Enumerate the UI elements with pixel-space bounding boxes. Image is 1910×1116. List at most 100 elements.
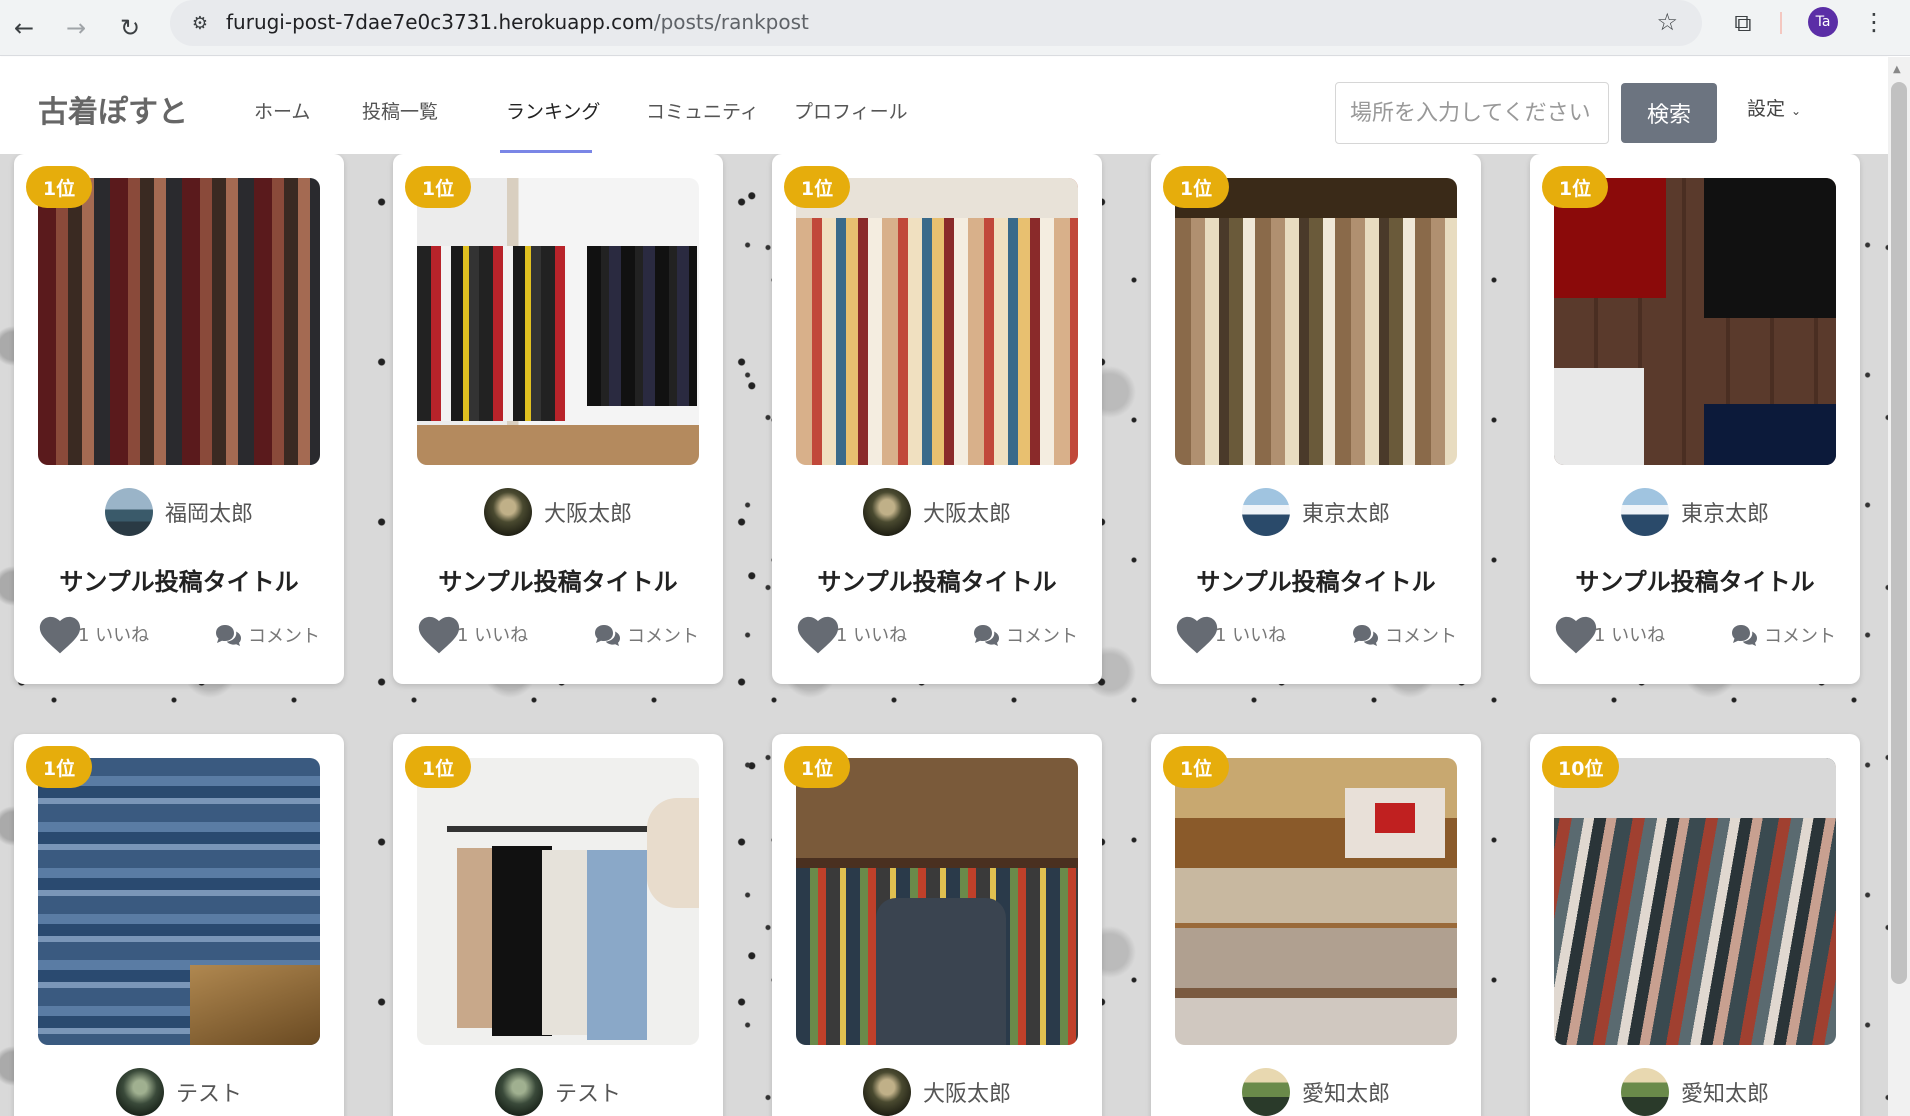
post-author[interactable]: 大阪太郎: [772, 1068, 1102, 1116]
scroll-up-arrow-icon[interactable]: ▲: [1893, 64, 1901, 75]
comment-button[interactable]: コメント: [1351, 622, 1457, 648]
post-title[interactable]: サンプル投稿タイトル: [14, 562, 344, 597]
post-photo[interactable]: [417, 758, 699, 1045]
post-author[interactable]: 東京太郎: [1530, 488, 1860, 536]
url-path: /posts/rankpost: [653, 10, 809, 34]
post-card[interactable]: 10位 愛知太郎: [1530, 734, 1860, 1116]
comment-button[interactable]: コメント: [1730, 622, 1836, 648]
post-card[interactable]: 1位 大阪太郎 サンプル投稿タイトル 1 いいね コメント: [393, 154, 723, 684]
post-author[interactable]: 東京太郎: [1151, 488, 1481, 536]
active-tab-indicator: [500, 150, 592, 153]
post-card[interactable]: 1位 大阪太郎: [772, 734, 1102, 1116]
nav-ranking[interactable]: ランキング: [506, 97, 600, 124]
like-button[interactable]: 1 いいね: [1554, 614, 1665, 654]
comment-icon: [1351, 623, 1379, 647]
post-photo[interactable]: [38, 758, 320, 1045]
post-title[interactable]: サンプル投稿タイトル: [1530, 562, 1860, 597]
avatar: [104, 488, 153, 536]
url-text[interactable]: furugi-post-7dae7e0c3731.herokuapp.com/p…: [226, 10, 809, 34]
heart-icon: [38, 614, 82, 654]
avatar: [862, 488, 911, 536]
site-info-icon[interactable]: ⚙: [186, 9, 214, 37]
avatar: [862, 1068, 911, 1116]
post-title[interactable]: サンプル投稿タイトル: [772, 562, 1102, 597]
author-name: 東京太郎: [1680, 502, 1769, 527]
post-author[interactable]: 大阪太郎: [772, 488, 1102, 536]
ranking-grid: 1位 福岡太郎 サンプル投稿タイトル 1 いいね コメント 1位 大阪太郎 サンプル投稿タイト…: [0, 154, 1888, 1116]
post-photo[interactable]: [1554, 758, 1836, 1045]
post-photo[interactable]: [796, 178, 1078, 465]
comment-button[interactable]: コメント: [214, 622, 320, 648]
browser-menu-icon[interactable]: ⋮: [1862, 8, 1886, 36]
post-card[interactable]: 1位福岡太郎サンプル投稿タイトル 1 いいね コメント: [14, 154, 344, 684]
author-name: 東京太郎: [1301, 502, 1390, 527]
post-card[interactable]: 1位 テスト: [14, 734, 344, 1116]
post-card[interactable]: 1位東京太郎サンプル投稿タイトル 1 いいね コメント: [1151, 154, 1481, 684]
scrollbar-thumb[interactable]: [1891, 82, 1907, 984]
author-name: テスト: [554, 1082, 621, 1107]
rank-badge: 1位: [1542, 166, 1608, 208]
comment-button[interactable]: コメント: [593, 622, 699, 648]
browser-toolbar: ← → ↻ ⚙ furugi-post-7dae7e0c3731.herokua…: [0, 0, 1910, 56]
url-host: furugi-post-7dae7e0c3731.herokuapp.com: [226, 10, 654, 34]
avatar: [1241, 1068, 1290, 1116]
forward-icon[interactable]: →: [56, 8, 96, 48]
like-count: 1 いいね: [1215, 625, 1287, 646]
nav-post-list[interactable]: 投稿一覧: [362, 97, 438, 124]
comment-label: コメント: [1385, 626, 1457, 647]
settings-dropdown[interactable]: 設定 ⌄: [1747, 94, 1801, 121]
like-button[interactable]: 1 いいね: [417, 614, 528, 654]
post-card[interactable]: 1位 愛知太郎: [1151, 734, 1481, 1116]
like-button[interactable]: 1 いいね: [796, 614, 907, 654]
post-card[interactable]: 1位大阪太郎サンプル投稿タイトル 1 いいね コメント: [772, 154, 1102, 684]
comment-label: コメント: [627, 626, 699, 647]
nav-home[interactable]: ホーム: [254, 97, 310, 124]
site-logo[interactable]: 古着ぽすと: [38, 87, 188, 131]
address-bar[interactable]: ⚙ furugi-post-7dae7e0c3731.herokuapp.com…: [170, 0, 1702, 46]
rank-badge: 1位: [784, 166, 850, 208]
back-icon[interactable]: ←: [4, 8, 44, 48]
like-button[interactable]: 1 いいね: [1175, 614, 1286, 654]
post-photo[interactable]: [796, 758, 1078, 1045]
post-card[interactable]: 1位東京太郎サンプル投稿タイトル 1 いいね コメント: [1530, 154, 1860, 684]
comment-button[interactable]: コメント: [972, 622, 1078, 648]
bookmark-star-icon[interactable]: ☆: [1656, 8, 1678, 36]
post-photo[interactable]: [1175, 178, 1457, 465]
author-name: 福岡太郎: [164, 502, 253, 527]
avatar: [494, 1068, 543, 1116]
post-author[interactable]: テスト: [14, 1068, 344, 1116]
heart-icon: [796, 614, 840, 654]
like-count: 1 いいね: [1594, 625, 1666, 646]
post-photo[interactable]: [38, 178, 320, 465]
comment-icon: [214, 623, 242, 647]
post-title[interactable]: サンプル投稿タイトル: [393, 562, 723, 597]
author-name: 大阪太郎: [922, 502, 1011, 527]
search-button[interactable]: 検索: [1621, 83, 1717, 143]
extensions-icon[interactable]: ⧉: [1728, 8, 1758, 38]
post-author[interactable]: 大阪太郎: [393, 488, 723, 536]
comment-label: コメント: [248, 626, 320, 647]
post-photo[interactable]: [1175, 758, 1457, 1045]
profile-avatar[interactable]: Ta: [1808, 7, 1838, 37]
post-photo[interactable]: [417, 178, 699, 465]
post-author[interactable]: 愛知太郎: [1530, 1068, 1860, 1116]
post-author[interactable]: 愛知太郎: [1151, 1068, 1481, 1116]
like-button[interactable]: 1 いいね: [38, 614, 149, 654]
comment-label: コメント: [1764, 626, 1836, 647]
post-card[interactable]: 1位テスト: [393, 734, 723, 1116]
reload-icon[interactable]: ↻: [110, 8, 150, 48]
post-author[interactable]: テスト: [393, 1068, 723, 1116]
rank-badge: 1位: [26, 166, 92, 208]
rank-badge: 1位: [405, 746, 471, 788]
post-title[interactable]: サンプル投稿タイトル: [1151, 562, 1481, 597]
rank-badge: 1位: [1163, 166, 1229, 208]
nav-profile[interactable]: プロフィール: [794, 97, 908, 124]
chevron-down-icon: ⌄: [1791, 104, 1802, 118]
post-photo[interactable]: [1554, 178, 1836, 465]
author-name: テスト: [175, 1082, 242, 1107]
toolbar-separator: [1780, 12, 1782, 34]
comment-icon: [1730, 623, 1758, 647]
nav-community[interactable]: コミュニティ: [646, 97, 759, 124]
location-search-input[interactable]: [1335, 82, 1609, 144]
post-author[interactable]: 福岡太郎: [14, 488, 344, 536]
